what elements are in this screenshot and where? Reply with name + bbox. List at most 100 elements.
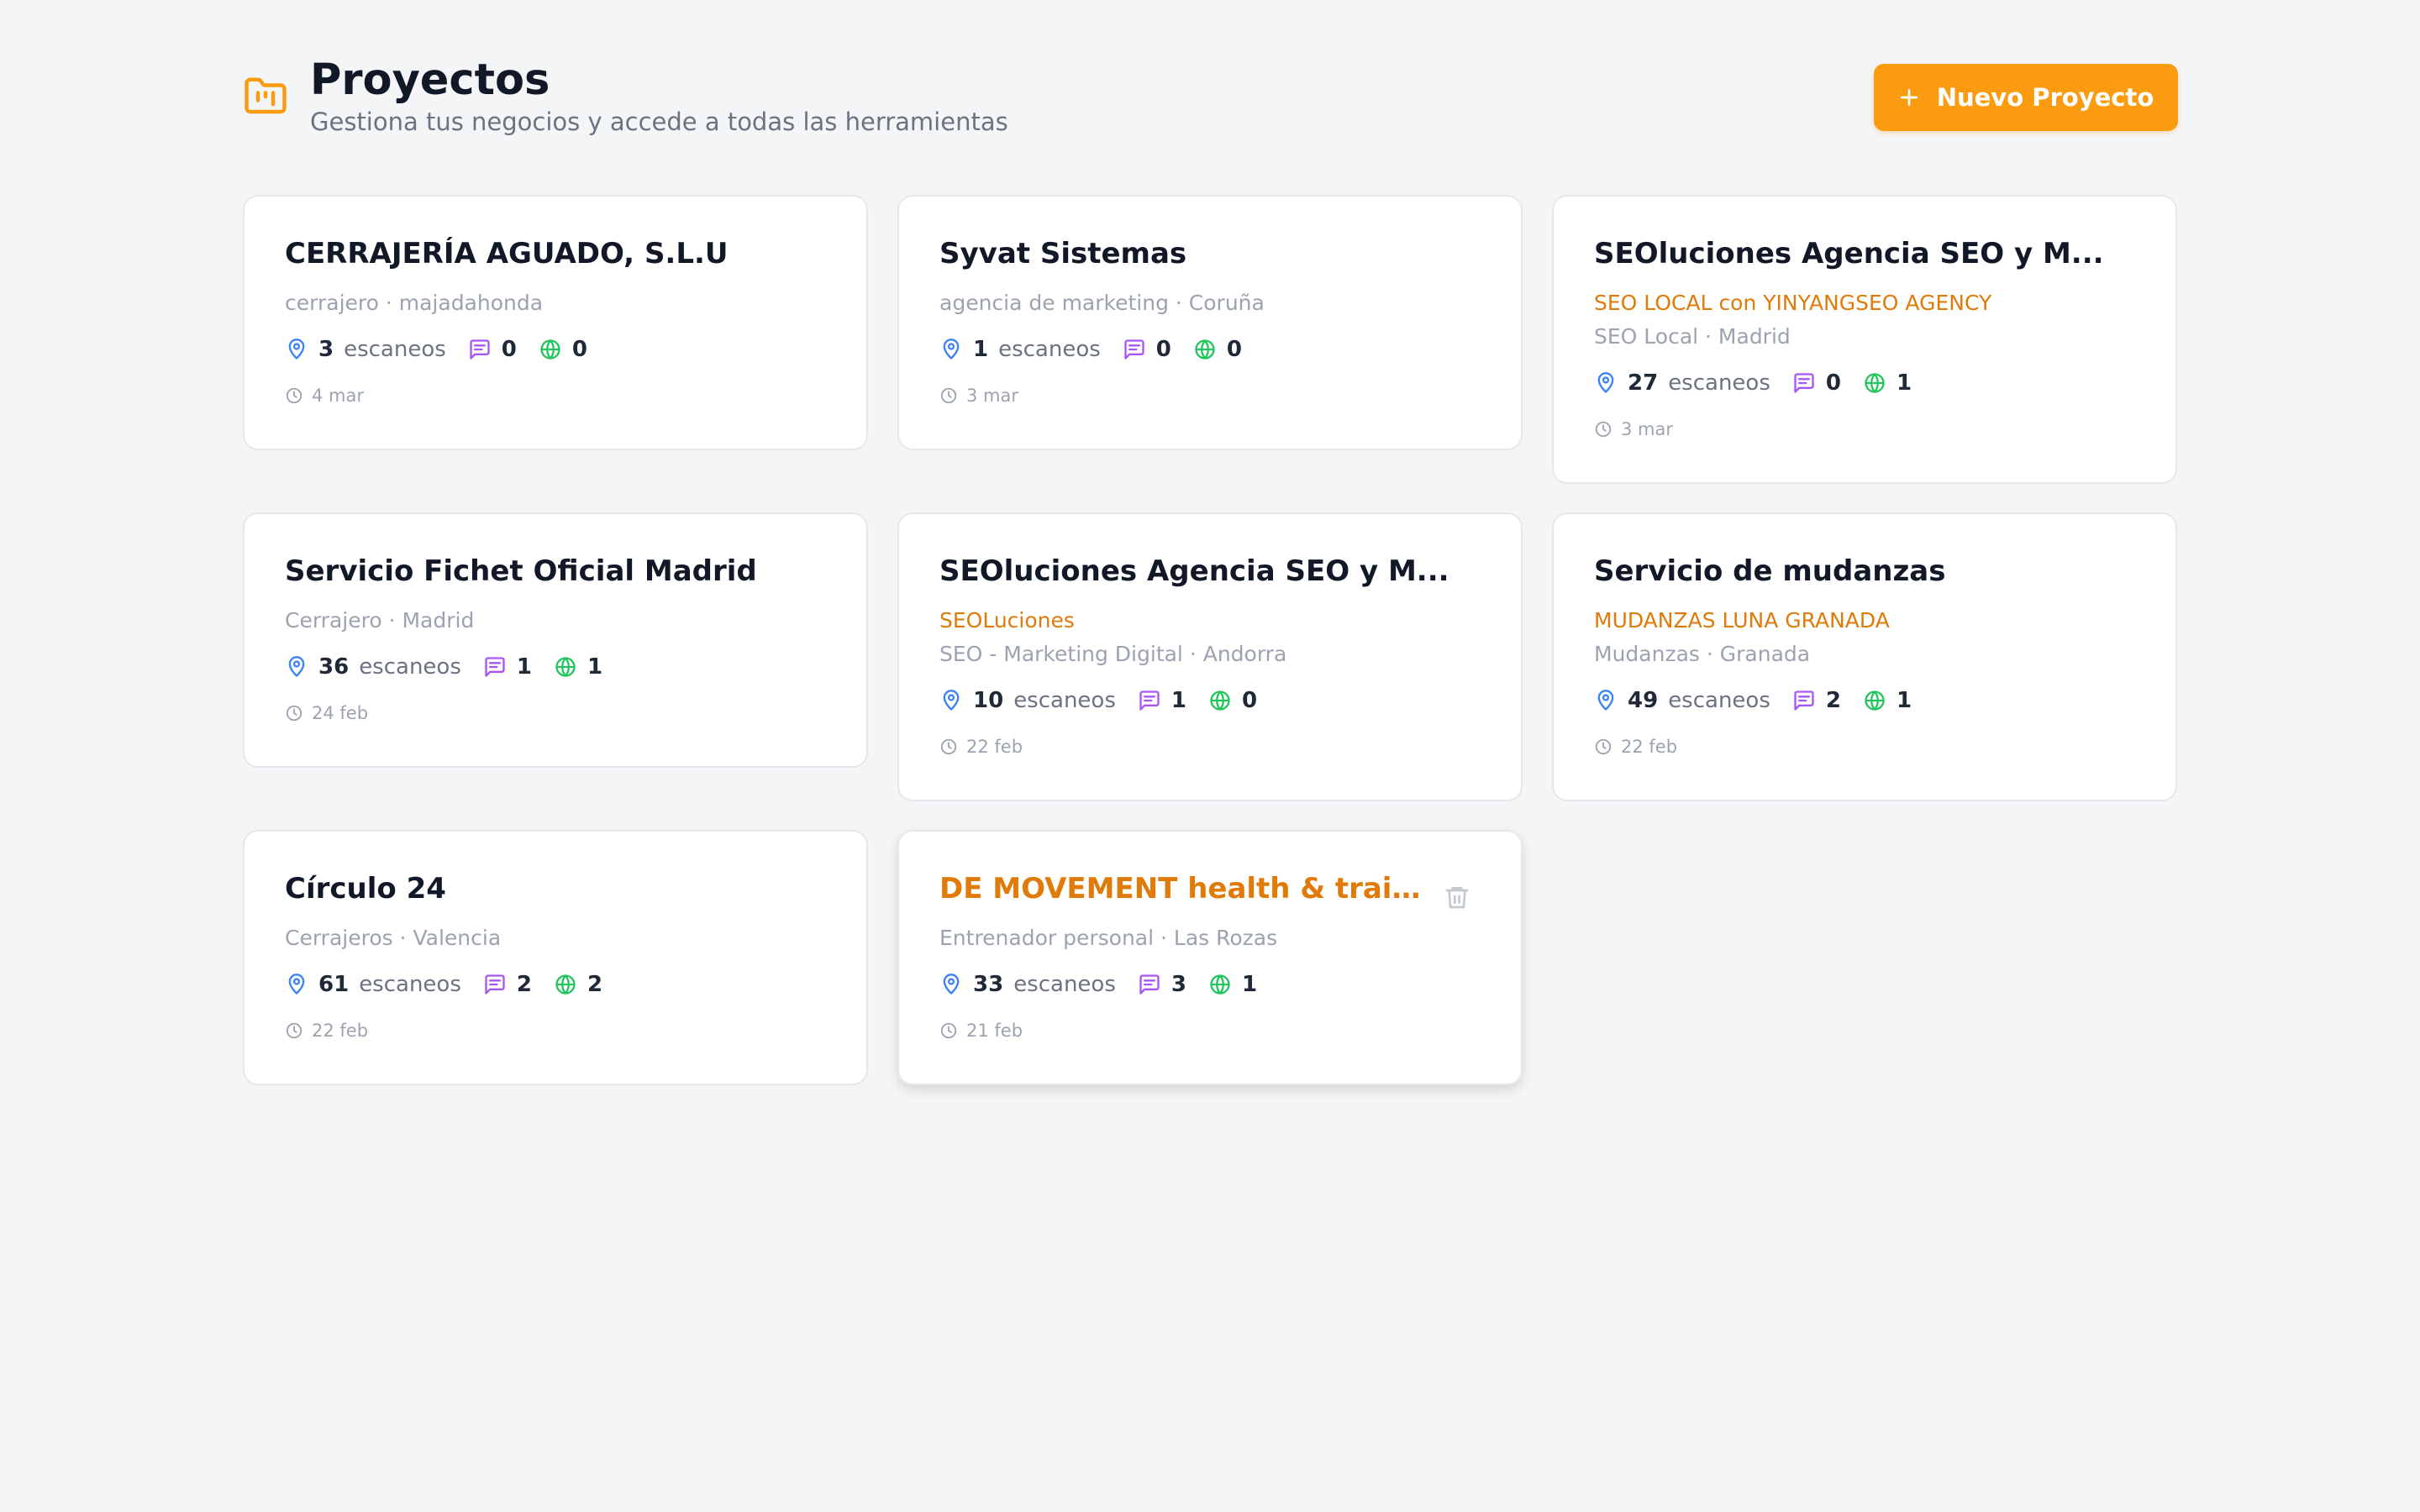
scans-count: 27 bbox=[1628, 370, 1659, 396]
message-square-icon bbox=[485, 974, 505, 995]
scans-label: escaneos bbox=[1013, 972, 1116, 997]
clock-icon bbox=[286, 387, 302, 404]
scans-label: escaneos bbox=[1668, 688, 1770, 713]
project-card[interactable]: SEOluciones Agencia SEO y M... SEOLucion… bbox=[897, 512, 1523, 801]
map-pin-icon bbox=[1597, 690, 1614, 711]
project-stats: 49 escaneos 2 1 bbox=[1594, 686, 1933, 715]
globe-icon bbox=[1210, 690, 1230, 711]
reviews-stat: 2 bbox=[483, 972, 532, 997]
project-date-text: 22 feb bbox=[312, 1021, 369, 1041]
project-date-text: 3 mar bbox=[1621, 419, 1673, 439]
page-subtitle: Gestiona tus negocios y accede a todas l… bbox=[310, 108, 1008, 136]
project-stats: 61 escaneos 2 2 bbox=[285, 970, 624, 999]
project-stats: 36 escaneos 1 1 bbox=[285, 653, 624, 681]
project-card[interactable]: Servicio Fichet Oficial Madrid Cerrajero… bbox=[243, 512, 868, 768]
scans-label: escaneos bbox=[1013, 688, 1116, 713]
reviews-count: 3 bbox=[1171, 972, 1186, 997]
project-card[interactable]: Servicio de mudanzas MUDANZAS LUNA GRANA… bbox=[1552, 512, 2177, 801]
project-title: SEOluciones Agencia SEO y M... bbox=[939, 554, 1449, 588]
scans-stat: 36 escaneos bbox=[285, 654, 461, 680]
project-meta: SEO - Marketing Digital · Andorra bbox=[939, 642, 1287, 666]
scans-stat: 49 escaneos bbox=[1594, 688, 1770, 713]
reviews-stat: 2 bbox=[1792, 688, 1841, 713]
reviews-count: 0 bbox=[1825, 370, 1841, 396]
reviews-count: 0 bbox=[501, 337, 517, 362]
scans-count: 1 bbox=[973, 337, 989, 362]
scans-stat: 61 escaneos bbox=[285, 972, 461, 997]
scans-count: 3 bbox=[318, 337, 334, 362]
project-date: 3 mar bbox=[1594, 419, 1673, 439]
webs-count: 1 bbox=[587, 654, 603, 680]
project-date-text: 22 feb bbox=[966, 737, 1023, 757]
project-date-text: 3 mar bbox=[966, 386, 1018, 406]
project-meta: agencia de marketing · Coruña bbox=[939, 291, 1265, 315]
project-title: CERRAJERÍA AGUADO, S.L.U bbox=[285, 237, 729, 270]
project-title: Servicio de mudanzas bbox=[1594, 554, 1946, 588]
globe-icon bbox=[555, 974, 576, 995]
page-header: Proyectos Gestiona tus negocios y accede… bbox=[243, 54, 2178, 146]
scans-count: 61 bbox=[318, 972, 350, 997]
new-project-label: Nuevo Proyecto bbox=[1936, 83, 2154, 112]
scans-label: escaneos bbox=[998, 337, 1101, 362]
globe-icon bbox=[1865, 690, 1885, 711]
new-project-button[interactable]: Nuevo Proyecto bbox=[1874, 64, 2178, 131]
project-date: 22 feb bbox=[1594, 737, 1677, 757]
project-card[interactable]: Círculo 24 Cerrajeros · Valencia 61 esca… bbox=[243, 830, 868, 1085]
reviews-stat: 1 bbox=[483, 654, 532, 680]
project-meta: Cerrajero · Madrid bbox=[285, 608, 475, 633]
webs-count: 0 bbox=[1226, 337, 1242, 362]
map-pin-icon bbox=[943, 690, 960, 711]
webs-stat: 0 bbox=[539, 337, 587, 362]
message-square-icon bbox=[1139, 974, 1160, 995]
clock-icon bbox=[286, 1022, 302, 1039]
project-card[interactable]: SEOluciones Agencia SEO y M... SEO LOCAL… bbox=[1552, 195, 2177, 484]
webs-count: 1 bbox=[1896, 370, 1912, 396]
project-card[interactable]: DE MOVEMENT health & traini... Entrenado… bbox=[897, 830, 1523, 1085]
project-date: 4 mar bbox=[285, 386, 364, 406]
page-title: Proyectos bbox=[310, 55, 550, 105]
project-card[interactable]: CERRAJERÍA AGUADO, S.L.U cerrajero · maj… bbox=[243, 195, 868, 450]
project-date-text: 21 feb bbox=[966, 1021, 1023, 1041]
project-meta: cerrajero · majadahonda bbox=[285, 291, 544, 315]
reviews-count: 2 bbox=[1825, 688, 1841, 713]
webs-stat: 2 bbox=[554, 972, 602, 997]
scans-label: escaneos bbox=[359, 654, 461, 680]
project-meta: Cerrajeros · Valencia bbox=[285, 926, 502, 950]
webs-count: 0 bbox=[571, 337, 587, 362]
scans-label: escaneos bbox=[1668, 370, 1770, 396]
webs-stat: 1 bbox=[1863, 370, 1912, 396]
project-title: DE MOVEMENT health & traini... bbox=[939, 872, 1423, 906]
scans-stat: 3 escaneos bbox=[285, 337, 446, 362]
message-square-icon bbox=[1124, 339, 1144, 360]
project-stats: 27 escaneos 0 1 bbox=[1594, 369, 1933, 397]
reviews-stat: 1 bbox=[1138, 688, 1186, 713]
globe-icon bbox=[1195, 339, 1215, 360]
webs-count: 0 bbox=[1241, 688, 1258, 713]
clock-icon bbox=[1595, 738, 1612, 755]
scans-stat: 10 escaneos bbox=[939, 688, 1116, 713]
scans-count: 49 bbox=[1628, 688, 1659, 713]
project-title: SEOluciones Agencia SEO y M... bbox=[1594, 237, 2104, 270]
reviews-count: 1 bbox=[516, 654, 532, 680]
project-card[interactable]: Syvat Sistemas agencia de marketing · Co… bbox=[897, 195, 1523, 450]
webs-count: 1 bbox=[1241, 972, 1258, 997]
scans-count: 33 bbox=[973, 972, 1004, 997]
globe-icon bbox=[1210, 974, 1230, 995]
project-title: Servicio Fichet Oficial Madrid bbox=[285, 554, 757, 588]
message-square-icon bbox=[470, 339, 490, 360]
globe-icon bbox=[1865, 373, 1885, 393]
project-meta: SEO Local · Madrid bbox=[1594, 324, 1791, 349]
clock-icon bbox=[940, 738, 957, 755]
reviews-stat: 0 bbox=[1792, 370, 1841, 396]
scans-stat: 27 escaneos bbox=[1594, 370, 1770, 396]
projects-page: Proyectos Gestiona tus negocios y accede… bbox=[0, 0, 2420, 1512]
plus-icon bbox=[1900, 88, 1918, 107]
scans-stat: 1 escaneos bbox=[939, 337, 1101, 362]
map-pin-icon bbox=[943, 974, 960, 995]
project-date-text: 22 feb bbox=[1621, 737, 1678, 757]
map-pin-icon bbox=[943, 339, 960, 360]
reviews-count: 2 bbox=[516, 972, 532, 997]
clock-icon bbox=[286, 705, 302, 722]
globe-icon bbox=[540, 339, 560, 360]
scans-stat: 33 escaneos bbox=[939, 972, 1116, 997]
